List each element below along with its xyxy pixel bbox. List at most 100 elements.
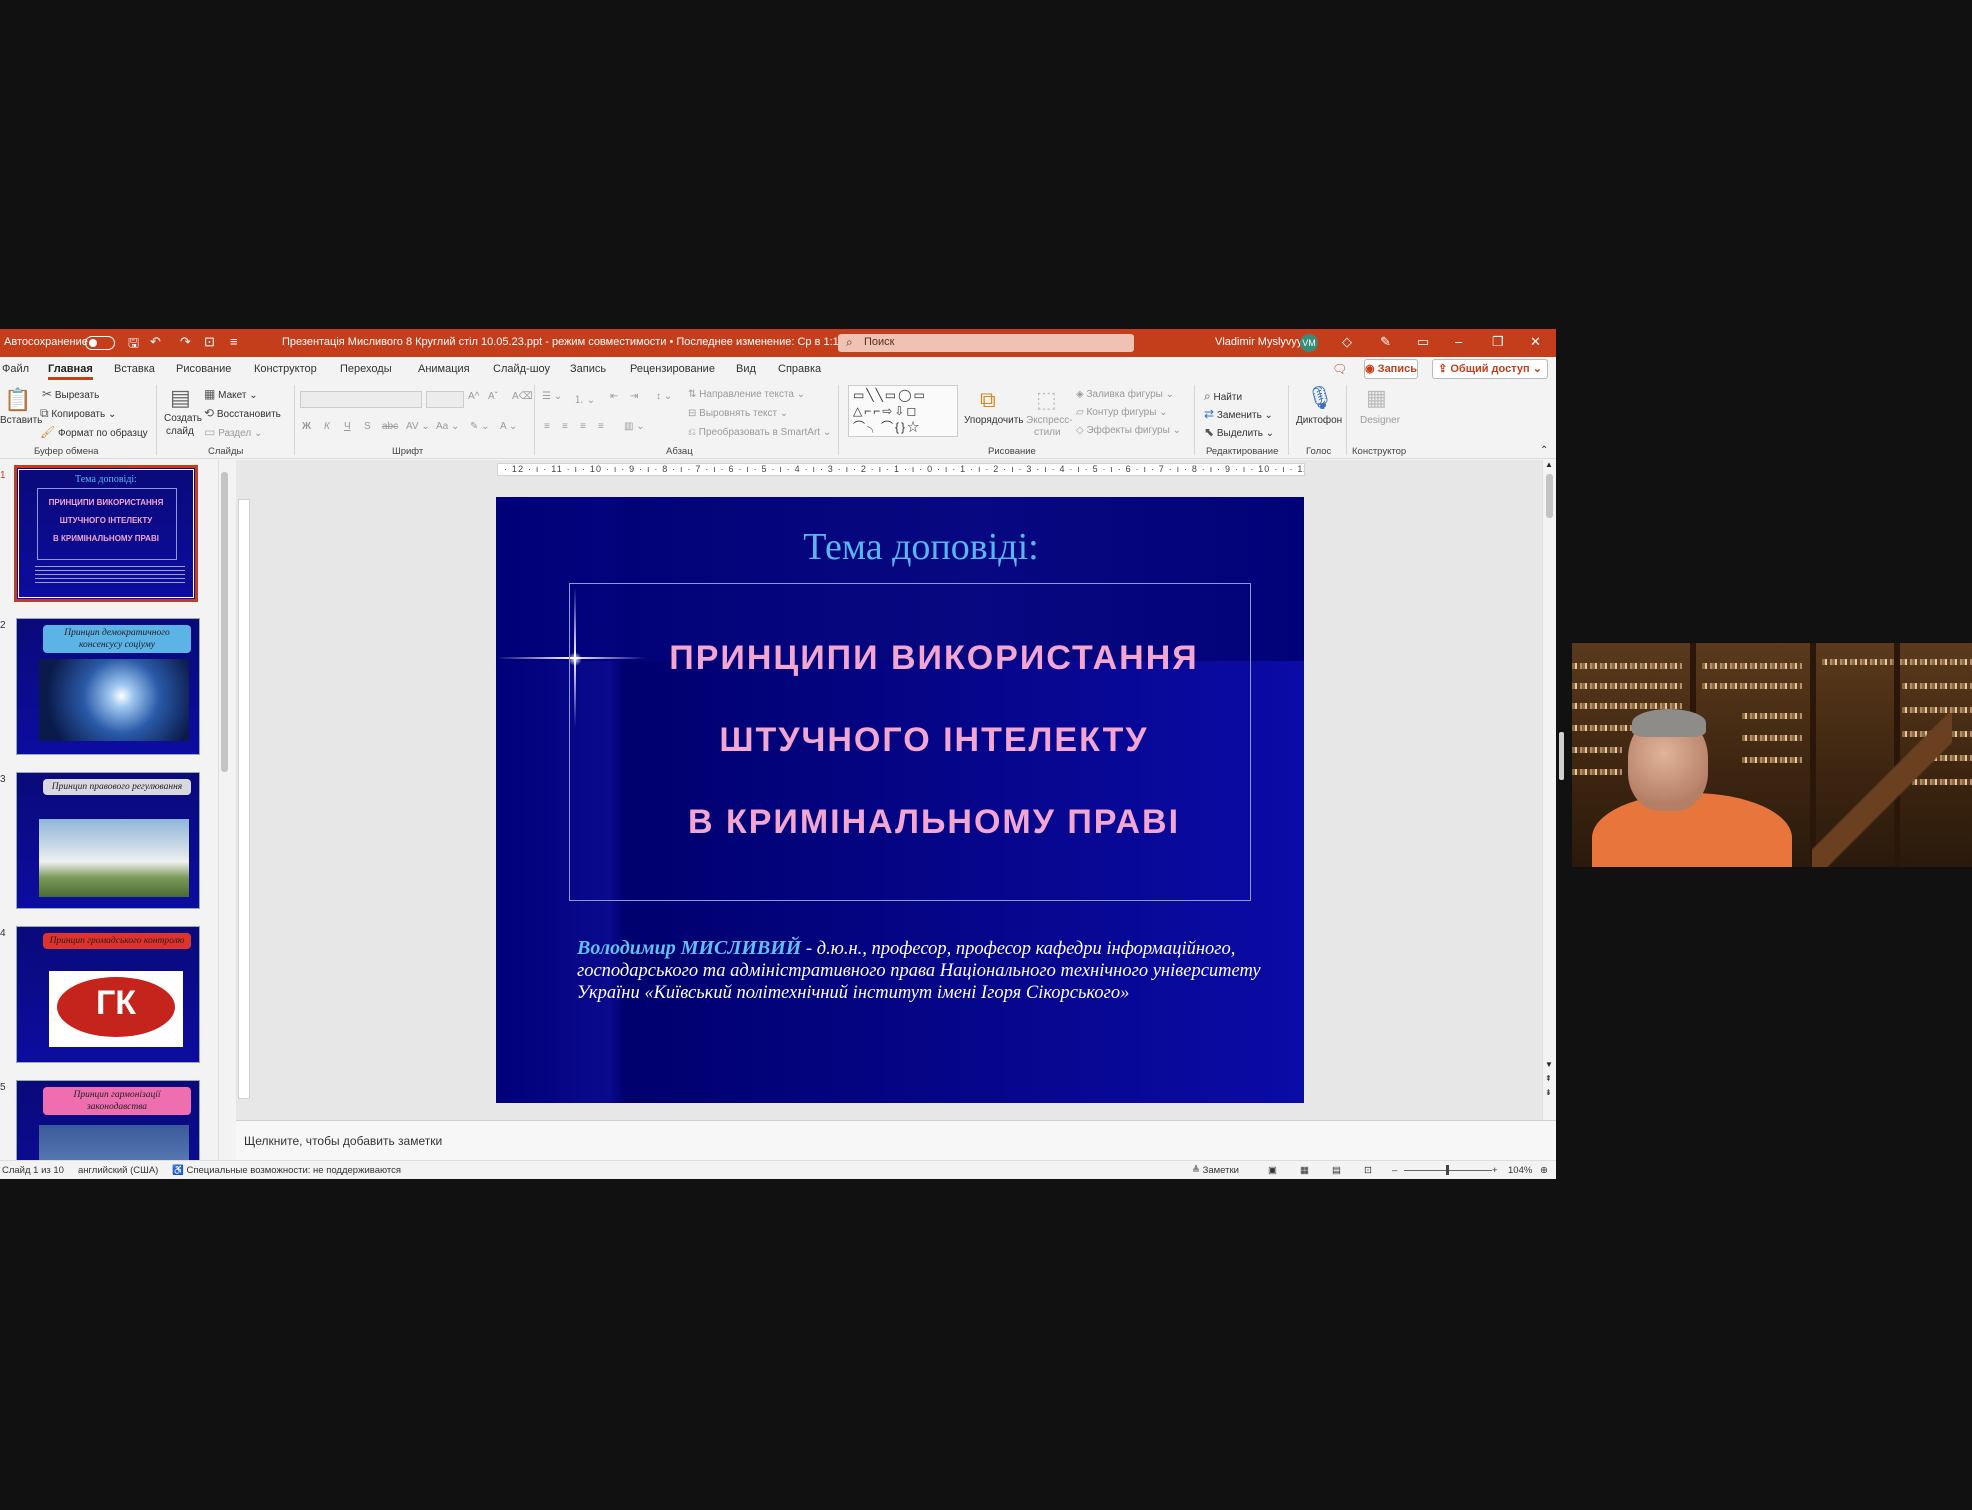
highlight-icon[interactable]: ✎ ⌄ [470, 421, 490, 432]
avatar[interactable]: VM [1300, 334, 1318, 352]
restore-icon[interactable]: ❐ [1492, 334, 1504, 350]
cut-button[interactable]: ✂ Вырезать [42, 387, 99, 401]
customize-qat-icon[interactable]: ≡ [230, 334, 238, 349]
language-indicator[interactable]: английский (США) [78, 1165, 158, 1176]
new-slide-button[interactable]: Создать [164, 413, 202, 424]
columns-icon[interactable]: ▥ ⌄ [624, 421, 645, 432]
font-family-select[interactable] [300, 391, 422, 408]
slide-thumbnail-1[interactable]: Тема доповіді: ПРИНЦИПИ ВИКОРИСТАННЯ ШТУ… [14, 465, 198, 602]
shape-outline-button[interactable]: ▱ Контур фигуры ⌄ [1076, 407, 1168, 418]
comments-icon[interactable]: 🗨 [1332, 362, 1347, 376]
close-icon[interactable]: ✕ [1530, 334, 1541, 350]
font-color-icon[interactable]: A ⌄ [500, 421, 517, 432]
increase-font-icon[interactable]: A^ [468, 391, 479, 402]
tab-view[interactable]: Вид [736, 363, 756, 375]
pen-icon[interactable]: ✎ [1380, 334, 1391, 350]
slide-heading[interactable]: Тема доповіді: [496, 525, 1304, 569]
document-title[interactable]: Презентація Мисливого 8 Круглий стіл 10.… [282, 336, 845, 348]
spacing-icon[interactable]: AV ⌄ [406, 421, 430, 432]
paste-icon[interactable]: 📋 [4, 387, 31, 413]
zoom-slider-thumb[interactable] [1446, 1165, 1449, 1175]
slide-sorter-icon[interactable]: ▦ [1300, 1165, 1309, 1176]
arrange-icon[interactable]: ⧉ [980, 387, 996, 413]
scrollbar-thumb[interactable] [1546, 474, 1553, 518]
decrease-font-icon[interactable]: Aˇ [488, 391, 498, 402]
tab-design[interactable]: Конструктор [254, 363, 317, 375]
tab-home[interactable]: Главная [48, 363, 93, 380]
tab-insert[interactable]: Вставка [114, 363, 155, 375]
redo-icon[interactable]: ↷ [180, 334, 191, 350]
scrollbar-thumb[interactable] [221, 472, 228, 772]
reading-view-icon[interactable]: ▤ [1332, 1165, 1341, 1176]
collapse-ribbon-icon[interactable]: ⌃ [1540, 445, 1548, 456]
fit-to-window-icon[interactable]: ⊕ [1540, 1165, 1548, 1176]
slideshow-view-icon[interactable]: ⊡ [1364, 1165, 1372, 1176]
thumbnails-scrollbar[interactable] [218, 460, 230, 1160]
smartart-button[interactable]: ⎌ Преобразовать в SmartArt ⌄ [688, 427, 831, 438]
select-button[interactable]: ⬉ Выделить ⌄ [1204, 425, 1274, 439]
quick-styles-button-line2[interactable]: стили [1034, 427, 1061, 438]
format-painter-button[interactable]: 🖌 Формат по образцу [40, 425, 148, 439]
text-direction-button[interactable]: ⇅ Направление текста ⌄ [688, 389, 805, 400]
replace-button[interactable]: ⇄ Заменить ⌄ [1204, 407, 1273, 421]
quick-styles-button[interactable]: Экспресс- [1026, 415, 1073, 426]
zoom-level[interactable]: 104% [1508, 1165, 1532, 1176]
zoom-out-icon[interactable]: – [1392, 1165, 1397, 1176]
microphone-icon[interactable]: 🎙 [1306, 385, 1334, 411]
section-button[interactable]: ▭ Раздел ⌄ [204, 425, 262, 439]
notes-button[interactable]: ≜ Заметки [1192, 1165, 1239, 1176]
copy-button[interactable]: ⧉ Копировать ⌄ [40, 406, 116, 421]
slide-title-line-3[interactable]: В КРИМІНАЛЬНОМУ ПРАВІ [569, 803, 1299, 842]
dictate-button[interactable]: Диктофон [1296, 415, 1342, 426]
align-left-icon[interactable]: ≡ [544, 421, 550, 432]
change-case-icon[interactable]: Aa ⌄ [436, 421, 459, 432]
slide-title-line-2[interactable]: ШТУЧНОГО ІНТЕЛЕКТУ [569, 721, 1299, 760]
resize-handle[interactable] [1559, 732, 1564, 780]
quick-styles-icon[interactable]: ⬚ [1036, 387, 1057, 413]
reset-button[interactable]: ⟲ Восстановить [204, 406, 281, 420]
tab-animations[interactable]: Анимация [418, 363, 470, 375]
present-icon[interactable]: ⊡ [204, 334, 215, 350]
tab-transitions[interactable]: Переходы [340, 363, 392, 375]
notes-pane[interactable]: Щелкните, чтобы добавить заметки [236, 1120, 1556, 1160]
premium-diamond-icon[interactable]: ◇ [1342, 334, 1352, 350]
user-name[interactable]: Vladimir Myslyvyy [1215, 336, 1302, 348]
slide-thumbnail-5[interactable]: Принцип гармонізації законодавства [16, 1080, 200, 1160]
record-button[interactable]: ◉ Запись [1364, 359, 1418, 379]
paste-button[interactable]: Вставить [0, 415, 42, 426]
clear-format-icon[interactable]: A⌫ [512, 391, 533, 402]
align-text-button[interactable]: ⊟ Выровнять текст ⌄ [688, 408, 788, 419]
shape-fill-button[interactable]: ◈ Заливка фигуры ⌄ [1076, 389, 1174, 400]
tab-help[interactable]: Справка [778, 363, 821, 375]
align-right-icon[interactable]: ≡ [580, 421, 586, 432]
accessibility-status[interactable]: ♿ Специальные возможности: не поддержива… [172, 1165, 401, 1176]
slide-title-line-1[interactable]: ПРИНЦИПИ ВИКОРИСТАННЯ [569, 639, 1299, 678]
minimize-icon[interactable]: – [1455, 334, 1462, 349]
designer-button[interactable]: Designer [1360, 415, 1400, 426]
search-input[interactable]: ⌕ Поиск [838, 334, 1134, 352]
align-center-icon[interactable]: ≡ [562, 421, 568, 432]
tab-slideshow[interactable]: Слайд-шоу [493, 363, 550, 375]
find-button[interactable]: ⌕ Найти [1204, 389, 1242, 404]
arrange-button[interactable]: Упорядочить [964, 415, 1024, 426]
undo-icon[interactable]: ↶ [150, 334, 161, 350]
zoom-in-icon[interactable]: + [1492, 1165, 1498, 1176]
slide-canvas[interactable]: Тема доповіді: ПРИНЦИПИ ВИКОРИСТАННЯ ШТУ… [496, 497, 1304, 1103]
indent-decrease-icon[interactable]: ⇤ [610, 391, 618, 402]
shapes-gallery[interactable]: ▭╲╲▭◯▭ △⌐⌐⇨⇩◻ ⌒╮⌒{}☆ [848, 385, 958, 437]
underline-icon[interactable]: Ч [344, 421, 351, 432]
bold-icon[interactable]: Ж [302, 421, 311, 432]
bullets-icon[interactable]: ☰ ⌄ [542, 391, 562, 402]
line-spacing-icon[interactable]: ↕ ⌄ [656, 391, 672, 402]
shape-effects-button[interactable]: ◇ Эффекты фигуры ⌄ [1076, 425, 1181, 436]
editor-scrollbar[interactable]: ▲ ▼ ⇞ ⇟ [1542, 460, 1556, 1120]
previous-slide-icon[interactable]: ⇞ [1545, 1074, 1552, 1083]
designer-icon[interactable]: ▦ [1366, 385, 1387, 411]
justify-icon[interactable]: ≡ [598, 421, 604, 432]
ribbon-display-icon[interactable]: ▭ [1417, 334, 1429, 350]
share-button[interactable]: ⇪ Общий доступ ⌄ [1432, 359, 1548, 379]
strikethrough-icon[interactable]: abc [382, 421, 398, 432]
italic-icon[interactable]: К [324, 421, 330, 432]
tab-review[interactable]: Рецензирование [630, 363, 715, 375]
slide-thumbnail-4[interactable]: Принцип громадського контролю ГК [16, 926, 200, 1063]
